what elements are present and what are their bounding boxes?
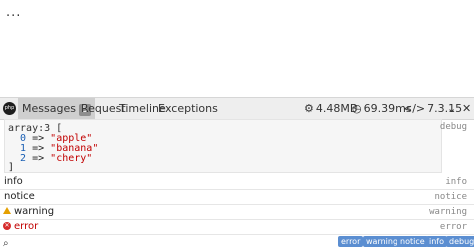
message-row-info: info info [0, 174, 474, 190]
dump-label: debug [439, 122, 467, 132]
filter-warning-button[interactable]: warning [363, 236, 402, 247]
error-icon: ✕ [3, 222, 11, 230]
clock-icon: ◷ [352, 102, 362, 115]
filter-error-button[interactable]: error [338, 236, 364, 247]
minimize-icon[interactable]: ⌄ [447, 98, 456, 119]
message-text: notice [4, 191, 35, 202]
filter-notice-button[interactable]: notice [397, 236, 428, 247]
warning-icon [3, 207, 11, 214]
array-dump: array:3 [ 0 => "apple" 1 => "banana" 2 =… [4, 119, 442, 173]
message-tag: error [439, 222, 467, 232]
memory-indicator[interactable]: ⚙ 4.48MB [304, 98, 357, 119]
tab-exceptions[interactable]: Exceptions [158, 98, 218, 119]
page-text: ... [6, 5, 22, 20]
search-icon[interactable]: ⌕ [3, 238, 9, 249]
message-tag: info [445, 177, 467, 187]
dump-close: ] [8, 162, 15, 173]
cogs-icon: ⚙ [304, 102, 314, 115]
code-icon: </> [403, 102, 426, 115]
php-version-value: 7.3.15 [427, 102, 463, 115]
message-row-error: ✕ error error [0, 219, 474, 235]
message-tag: notice [434, 192, 467, 202]
filter-debug-button[interactable]: debug [446, 236, 474, 247]
dump-item: 2 => "chery" [20, 153, 93, 164]
filter-info-button[interactable]: info [426, 236, 448, 247]
close-icon[interactable]: ✕ [462, 98, 471, 119]
message-tag: warning [429, 207, 467, 217]
php-logo[interactable]: php [3, 102, 16, 115]
message-text: info [4, 176, 23, 187]
message-text: error [14, 221, 39, 232]
message-row-notice: notice notice [0, 189, 474, 205]
message-text: warning [14, 206, 55, 217]
message-row-warning: warning warning [0, 204, 474, 220]
tab-messages-label: Messages [22, 102, 76, 115]
debugbar-header: php Messages 5 Request Timeline Exception… [0, 97, 474, 120]
